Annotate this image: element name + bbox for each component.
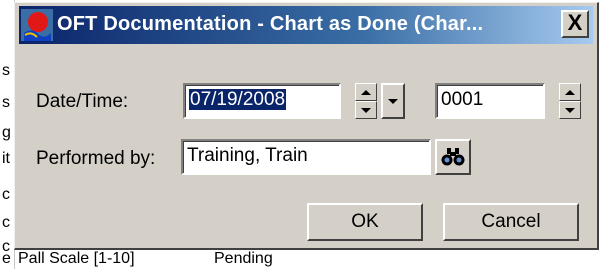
binoculars-icon: [441, 148, 465, 166]
arrow-up-icon: [565, 89, 575, 95]
time-input[interactable]: 0001: [435, 83, 545, 119]
search-user-button[interactable]: [435, 139, 471, 175]
performed-by-label: Performed by:: [36, 148, 156, 169]
background-text: Pall Scale [1-10]: [18, 250, 135, 267]
dialog-title: OFT Documentation - Chart as Done (Char.…: [57, 13, 484, 35]
date-spinner[interactable]: [355, 83, 377, 119]
background-text: it: [2, 150, 10, 167]
chevron-down-icon: [388, 98, 398, 104]
background-text: c: [2, 186, 10, 203]
background-text: c: [2, 214, 10, 231]
arrow-down-icon: [565, 107, 575, 113]
date-value: 07/19/2008: [189, 89, 287, 110]
arrow-down-icon: [361, 107, 371, 113]
title-bar[interactable]: OFT Documentation - Chart as Done (Char.…: [19, 6, 593, 44]
date-input[interactable]: 07/19/2008: [183, 83, 341, 119]
app-icon: [21, 9, 53, 41]
background-window-edge: s s g it c c c: [0, 0, 15, 269]
background-text: s: [2, 62, 10, 79]
date-spin-down-button[interactable]: [355, 101, 377, 119]
ok-button-label: OK: [351, 211, 379, 232]
cancel-button-label: Cancel: [481, 211, 541, 232]
date-dropdown-button[interactable]: [381, 83, 405, 119]
date-spin-up-button[interactable]: [355, 83, 377, 101]
time-spinner[interactable]: [559, 83, 581, 119]
close-icon: X: [567, 10, 583, 35]
time-spin-down-button[interactable]: [559, 101, 581, 119]
time-spin-up-button[interactable]: [559, 83, 581, 101]
background-text: g: [2, 124, 11, 141]
oft-documentation-dialog: OFT Documentation - Chart as Done (Char.…: [14, 2, 599, 250]
background-text: Pending: [214, 250, 273, 267]
arrow-up-icon: [361, 89, 371, 95]
datetime-label: Date/Time:: [36, 91, 129, 112]
cancel-button[interactable]: Cancel: [443, 203, 579, 241]
background-text: e: [2, 250, 11, 267]
background-row: e Pall Scale [1-10] Pending: [0, 250, 600, 269]
performed-by-value: Training, Train: [187, 145, 308, 166]
performed-by-input[interactable]: Training, Train: [181, 139, 431, 175]
close-button[interactable]: X: [561, 10, 589, 38]
background-text: s: [2, 94, 10, 111]
time-value: 0001: [441, 89, 484, 110]
ok-button[interactable]: OK: [307, 203, 423, 241]
